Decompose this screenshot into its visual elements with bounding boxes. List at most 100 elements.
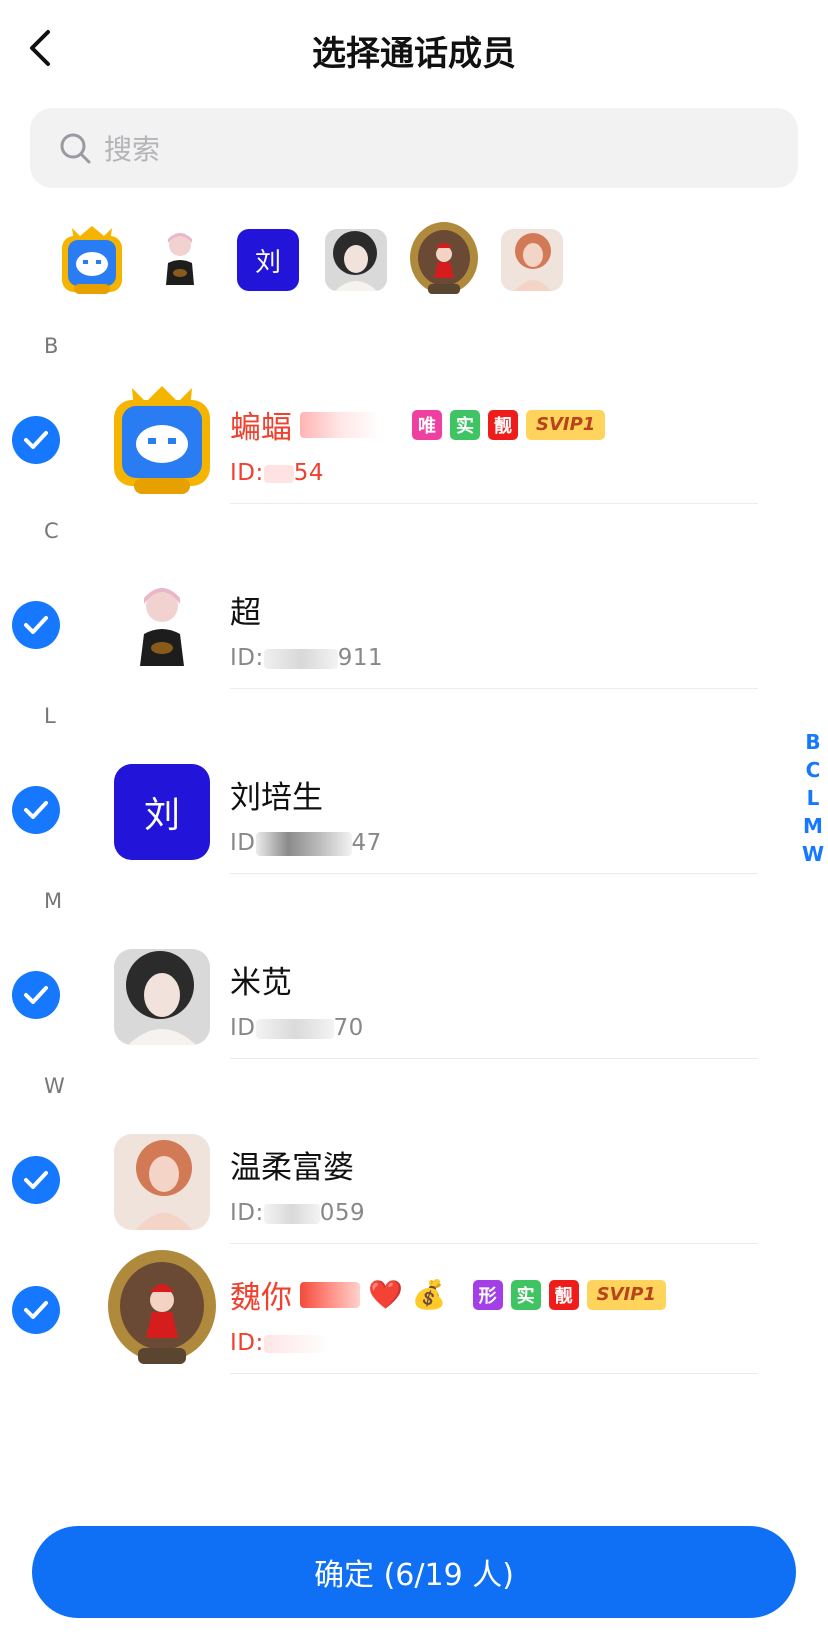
checkbox-checked[interactable]: [12, 786, 60, 834]
contact-row[interactable]: 魏你 ❤️ 💰 形 实 靓 SVIP1 ID:: [0, 1244, 828, 1374]
selected-members-strip: 刘: [48, 220, 576, 300]
avatar: [114, 1134, 210, 1230]
alphabet-index[interactable]: B C L M W: [800, 728, 826, 868]
id-prefix: ID:: [230, 1330, 264, 1356]
check-icon: [24, 1171, 48, 1189]
id-suffix: 70: [333, 1015, 364, 1041]
avatar: [114, 579, 210, 675]
contact-id: ID 70: [230, 1015, 364, 1041]
contact-name: 蝙蝠: [230, 410, 292, 446]
id-suffix: 47: [351, 830, 382, 856]
search-input[interactable]: 搜索: [30, 108, 798, 188]
svip-badge: SVIP1: [526, 409, 606, 440]
check-icon: [24, 986, 48, 1004]
contact-name-line: 蝙蝠 唯 实 靓 SVIP1: [230, 402, 606, 447]
id-prefix: ID: [230, 830, 256, 856]
id-prefix: ID:: [230, 645, 264, 671]
selected-avatar[interactable]: [136, 220, 224, 300]
photo-avatar-icon: [501, 229, 563, 291]
id-suffix: 54: [293, 460, 325, 486]
page-title: 选择通话成员: [312, 34, 516, 74]
checkbox-checked[interactable]: [12, 971, 60, 1019]
selected-avatar[interactable]: [312, 220, 400, 300]
selected-avatar[interactable]: 刘: [224, 220, 312, 300]
divider: [230, 1373, 758, 1374]
header-bar: 选择通话成员: [0, 0, 828, 96]
contact-row[interactable]: 温柔富婆 ID: 059: [0, 1114, 828, 1244]
contact-id: ID: 059: [230, 1200, 365, 1226]
divider: [230, 503, 758, 504]
redacted-text: [300, 411, 380, 438]
divider: [230, 873, 758, 874]
contact-name-line: 米苋: [230, 957, 292, 1002]
character-avatar-icon: [140, 588, 184, 666]
contact-name-line: 超: [230, 587, 261, 632]
redacted-id: [263, 648, 338, 669]
check-icon: [24, 431, 48, 449]
contact-id: ID:: [230, 1330, 330, 1356]
redacted-text: [300, 1281, 360, 1308]
checkbox-checked[interactable]: [12, 1286, 60, 1334]
index-letter[interactable]: M: [803, 812, 823, 840]
redacted-id: [255, 831, 352, 856]
photo-avatar-icon: [325, 229, 387, 291]
redacted-id: [263, 1334, 330, 1353]
check-icon: [24, 1301, 48, 1319]
photo-avatar-icon: [114, 1134, 210, 1230]
letter-avatar: 刘: [114, 764, 210, 860]
contact-name-line: 温柔富婆: [230, 1142, 354, 1187]
contact-row[interactable]: 刘 刘培生 ID 47: [0, 744, 828, 874]
index-letter[interactable]: W: [802, 840, 824, 868]
contact-name-line: 魏你 ❤️ 💰 形 实 靓 SVIP1: [230, 1272, 666, 1317]
contact-row[interactable]: 蝙蝠 唯 实 靓 SVIP1 ID: 54: [0, 374, 828, 504]
confirm-button[interactable]: 确定 (6/19 人): [32, 1526, 796, 1618]
divider: [230, 688, 758, 689]
id-suffix: 059: [319, 1200, 366, 1226]
redacted-id: [263, 1203, 320, 1224]
contact-name: 超: [230, 595, 261, 631]
contact-name: 米苋: [230, 965, 292, 1001]
contact-id: ID 47: [230, 830, 382, 856]
contact-name: 魏你: [230, 1280, 292, 1316]
checkbox-checked[interactable]: [12, 601, 60, 649]
id-prefix: ID:: [230, 1200, 264, 1226]
badge-label: 靓: [488, 409, 518, 440]
robot-avatar-icon: [114, 386, 210, 494]
contact-name: 温柔富婆: [230, 1150, 354, 1186]
avatar: [114, 949, 210, 1045]
section-header: L: [44, 704, 56, 728]
index-letter[interactable]: C: [806, 756, 821, 784]
selected-avatar[interactable]: [488, 220, 576, 300]
contact-row[interactable]: 米苋 ID 70: [0, 929, 828, 1059]
character-avatar-icon: [166, 233, 194, 285]
section-header: B: [44, 334, 59, 358]
photo-avatar-icon: [114, 949, 210, 1045]
redacted-id: [255, 1018, 334, 1039]
index-letter[interactable]: L: [807, 784, 820, 812]
check-icon: [24, 616, 48, 634]
search-icon: [60, 133, 91, 164]
contact-name: 刘培生: [230, 780, 323, 816]
divider: [230, 1058, 758, 1059]
section-header: W: [44, 1074, 65, 1098]
id-prefix: ID: [230, 1015, 256, 1041]
selected-avatar[interactable]: [48, 220, 136, 300]
redacted-id: [263, 464, 294, 483]
checkbox-checked[interactable]: [12, 416, 60, 464]
contact-id: ID: 911: [230, 645, 383, 671]
badge-label: 形: [472, 1279, 503, 1310]
section-header: M: [44, 889, 63, 913]
checkbox-checked[interactable]: [12, 1156, 60, 1204]
contact-id: ID: 54: [230, 460, 324, 486]
badge-label: 靓: [548, 1279, 579, 1310]
avatar: [104, 378, 220, 502]
santa-avatar-icon: [410, 222, 478, 294]
badge-label: 实: [450, 409, 480, 440]
avatar: [104, 1248, 220, 1372]
selected-avatar[interactable]: [400, 220, 488, 300]
robot-avatar-icon: [62, 226, 122, 294]
contact-row[interactable]: 超 ID: 911: [0, 559, 828, 689]
index-letter[interactable]: B: [805, 728, 820, 756]
svip-badge: SVIP1: [586, 1279, 666, 1310]
heart-money-icon: ❤️ 💰: [368, 1278, 447, 1311]
